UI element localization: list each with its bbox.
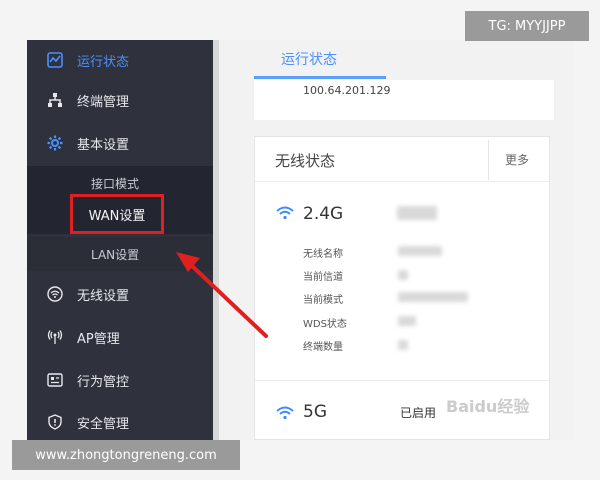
red-arrow [176,252,268,338]
site-watermark: www.zhongtongreneng.com [12,440,240,470]
tg-watermark: TG: MYYJJPP [465,11,589,41]
